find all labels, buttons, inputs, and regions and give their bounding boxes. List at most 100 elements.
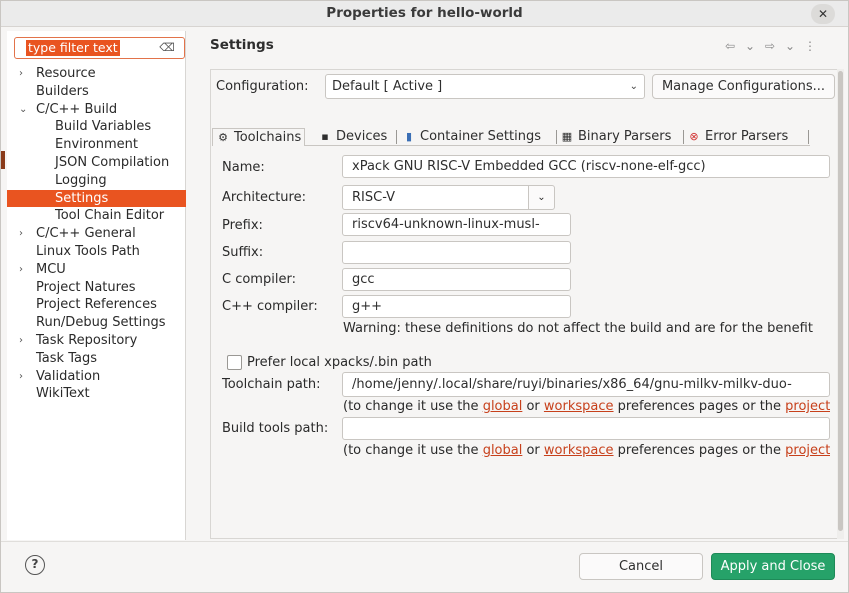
manage-configurations-button[interactable]: Manage Configurations... xyxy=(652,74,835,99)
project-preferences-link[interactable]: project xyxy=(785,443,830,458)
architecture-select[interactable]: RISC-V xyxy=(342,185,529,210)
tree-item-settings[interactable]: Settings xyxy=(7,189,186,208)
tab-separator xyxy=(683,130,684,144)
binary-icon: ▦ xyxy=(561,130,573,143)
tree-item-builders[interactable]: Builders xyxy=(7,83,186,101)
title-bar: Properties for hello-world ✕ xyxy=(1,1,848,27)
cpp-compiler-label: C++ compiler: xyxy=(222,299,318,314)
cancel-button[interactable]: Cancel xyxy=(579,553,703,580)
tree-item-c-c-general[interactable]: › C/C++ General xyxy=(7,225,186,243)
tree-item-label: Tool Chain Editor xyxy=(55,208,165,224)
tree-item-label: JSON Compilation xyxy=(55,154,170,170)
build-tools-path-field[interactable] xyxy=(342,417,830,440)
tree-item-label: WikiText xyxy=(36,386,90,402)
warning-text: Warning: these definitions do not affect… xyxy=(343,321,813,336)
architecture-label: Architecture: xyxy=(222,190,306,205)
category-tree: › Resource Builders ⌄ C/C++ Build Build Varia… xyxy=(7,65,186,403)
more-options-icon[interactable]: ⋮ xyxy=(801,39,821,53)
tab-container-settings[interactable]: ▮ Container Settings xyxy=(402,128,541,146)
toolchain-path-hint: (to change it use the global or workspac… xyxy=(343,399,830,414)
tree-item-resource[interactable]: › Resource xyxy=(7,65,186,83)
tree-item-json-compilation[interactable]: JSON Compilation xyxy=(7,154,186,172)
tree-item-mcu[interactable]: › MCU xyxy=(7,261,186,279)
tree-item-label: Run/Debug Settings xyxy=(36,315,166,331)
tab-separator xyxy=(556,130,557,144)
tab-toolchains[interactable]: ⚙ Toolchains xyxy=(212,128,306,146)
tree-item-project-references[interactable]: Project References xyxy=(7,296,186,314)
tree-item-label: Validation xyxy=(36,368,101,384)
tree-item-task-repository[interactable]: › Task Repository xyxy=(7,332,186,350)
tree-item-logging[interactable]: Logging xyxy=(7,172,186,190)
c-compiler-field[interactable]: gcc xyxy=(342,268,571,291)
tree-item-wikitext[interactable]: WikiText xyxy=(7,385,186,403)
tab-separator xyxy=(808,130,809,144)
project-preferences-link[interactable]: project xyxy=(785,399,830,414)
hint-text: or xyxy=(522,399,544,414)
tree-item-build-variables[interactable]: Build Variables xyxy=(7,118,186,136)
close-button[interactable]: ✕ xyxy=(811,4,835,24)
toolchain-path-label: Toolchain path: xyxy=(222,377,321,392)
hint-text: (to change it use the xyxy=(343,443,483,458)
help-icon[interactable]: ? xyxy=(25,555,45,575)
hint-text: (to change it use the xyxy=(343,399,483,414)
chevron-right-icon[interactable]: › xyxy=(19,368,29,386)
global-preferences-link[interactable]: global xyxy=(483,443,523,458)
forward-menu-icon[interactable]: ⌄ xyxy=(781,39,801,53)
chevron-right-icon[interactable]: › xyxy=(19,332,29,350)
tree-item-linux-tools-path[interactable]: Linux Tools Path xyxy=(7,243,186,261)
clear-filter-icon[interactable]: ⌫ xyxy=(158,41,176,55)
back-icon[interactable]: ⇦ xyxy=(721,39,741,53)
tree-item-label: Build Variables xyxy=(55,119,152,135)
chip-icon: ▪ xyxy=(321,130,329,143)
prefer-xpacks-checkbox[interactable] xyxy=(227,355,242,370)
tab-label: Toolchains xyxy=(234,130,302,145)
suffix-field[interactable] xyxy=(342,241,571,264)
tree-item-project-natures[interactable]: Project Natures xyxy=(7,279,186,297)
configuration-select[interactable]: Default [ Active ] ⌄ xyxy=(325,74,645,99)
global-preferences-link[interactable]: global xyxy=(483,399,523,414)
cpp-compiler-field[interactable]: g++ xyxy=(342,295,571,318)
forward-icon[interactable]: ⇨ xyxy=(761,39,781,53)
tree-item-run-debug-settings[interactable]: Run/Debug Settings xyxy=(7,314,186,332)
chevron-down-icon[interactable]: ⌄ xyxy=(19,101,29,119)
tree-item-task-tags[interactable]: Task Tags xyxy=(7,350,186,368)
tree-item-c-c-build[interactable]: ⌄ C/C++ Build xyxy=(7,101,186,119)
tab-bar: ⚙ Toolchains ▪ Devices ▮ Container Settings… xyxy=(212,128,810,146)
tree-item-label: Task Tags xyxy=(36,350,97,366)
hint-text: preferences pages or the xyxy=(613,399,786,414)
gear-icon: ⚙ xyxy=(218,131,228,144)
tree-item-label: Resource xyxy=(36,66,96,81)
tree-item-tool-chain-editor[interactable]: Tool Chain Editor xyxy=(7,207,186,225)
tree-item-label: Project References xyxy=(36,297,157,313)
vertical-scrollbar[interactable] xyxy=(837,69,844,539)
workspace-preferences-link[interactable]: workspace xyxy=(544,399,614,414)
toolchain-name-field[interactable]: xPack GNU RISC-V Embedded GCC (riscv-non… xyxy=(342,155,830,178)
prefix-label: Prefix: xyxy=(222,218,263,233)
toolchain-path-field[interactable]: /home/jenny/.local/share/ruyi/binaries/x… xyxy=(342,372,830,397)
tree-item-label: Task Repository xyxy=(36,332,138,348)
scrollbar-thumb[interactable] xyxy=(838,71,843,531)
tree-item-environment[interactable]: Environment xyxy=(7,136,186,154)
filter-input[interactable]: type filter text ⌫ xyxy=(14,37,185,59)
page-navigation: ⇦ ⌄ ⇨ ⌄ ⋮ xyxy=(721,39,821,53)
category-panel: type filter text ⌫ › Resource Builders ⌄ C/C… xyxy=(7,31,186,540)
configuration-label: Configuration: xyxy=(216,79,309,94)
architecture-dropdown-button[interactable]: ⌄ xyxy=(528,185,555,210)
prefix-field[interactable]: riscv64-unknown-linux-musl- xyxy=(342,213,571,236)
back-menu-icon[interactable]: ⌄ xyxy=(741,39,761,53)
tab-error-parsers[interactable]: ⊗ Error Parsers xyxy=(687,128,788,146)
chevron-right-icon[interactable]: › xyxy=(19,65,29,83)
tree-item-validation[interactable]: › Validation xyxy=(7,368,186,386)
window-title: Properties for hello-world xyxy=(326,5,523,21)
chevron-down-icon: ⌄ xyxy=(537,192,546,203)
chevron-right-icon[interactable]: › xyxy=(19,225,29,243)
suffix-label: Suffix: xyxy=(222,245,264,260)
tree-item-label: MCU xyxy=(36,261,66,277)
tree-item-label: Settings xyxy=(55,190,109,206)
workspace-preferences-link[interactable]: workspace xyxy=(544,443,614,458)
tab-binary-parsers[interactable]: ▦ Binary Parsers xyxy=(560,128,672,146)
tab-devices[interactable]: ▪ Devices xyxy=(318,128,387,146)
configuration-value: Default [ Active ] xyxy=(332,79,443,94)
chevron-right-icon[interactable]: › xyxy=(19,261,29,279)
apply-and-close-button[interactable]: Apply and Close xyxy=(711,553,835,580)
